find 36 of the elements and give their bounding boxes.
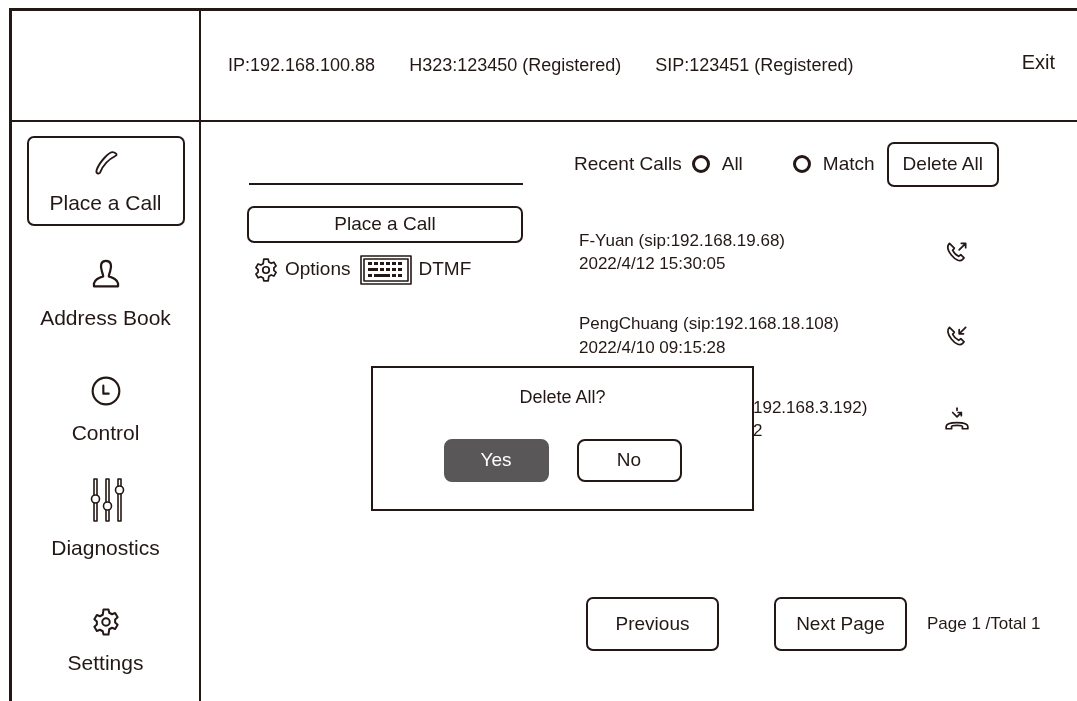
page-info: Page 1 /Total 1 (927, 613, 1041, 636)
call-time: 2 (753, 420, 764, 443)
dtmf-link[interactable]: DTMF (418, 255, 472, 284)
sidebar-item[interactable]: Address Book (26, 251, 185, 341)
status-text: H323:123450 (Registered) (409, 54, 622, 77)
recent-calls-label: Recent Calls (574, 152, 682, 176)
radio-label: Match (822, 152, 875, 176)
dialog-button[interactable]: No (576, 439, 682, 482)
status-text: IP:192.168.100.88 (228, 54, 376, 77)
dialog-button[interactable]: Yes (443, 439, 549, 482)
sidebar-item[interactable]: Place a Call (26, 136, 185, 226)
sidebar-item[interactable]: Diagnostics (26, 481, 185, 571)
clock-icon (89, 374, 122, 407)
radio-button[interactable] (792, 155, 811, 174)
call-time: 2022/4/10 09:15:28 (579, 336, 727, 359)
options-link[interactable]: Options (285, 255, 351, 284)
caller-name: F-Yuan (sip:192.168.19.68) (579, 229, 786, 252)
dialog-title: Delete All? (519, 386, 606, 409)
radio-label: All (721, 152, 743, 176)
status-text: SIP:123451 (Registered) (655, 54, 854, 77)
caller-name: PengChuang (sip:192.168.18.108) (579, 313, 839, 336)
settings-icon[interactable] (253, 256, 279, 283)
sidebar-item[interactable]: Settings (26, 596, 185, 686)
previous-button[interactable]: Previous (586, 597, 719, 651)
place-call-button[interactable]: Place a Call (247, 206, 523, 243)
delete-all-button[interactable]: Delete All (886, 142, 999, 187)
radio-button[interactable] (691, 155, 710, 174)
keyboard-icon[interactable] (360, 254, 413, 285)
settings-icon (90, 606, 121, 637)
next-page-button[interactable]: Next Page (774, 597, 907, 651)
exit-button[interactable]: Exit (1021, 46, 1055, 77)
call-time: 2022/4/12 15:30:05 (579, 253, 727, 276)
sidebar-item[interactable]: Control (26, 366, 185, 456)
number-input-field[interactable] (249, 182, 523, 185)
missed-call-icon (944, 406, 970, 433)
caller-name: 192.168.3.192) (753, 396, 868, 419)
